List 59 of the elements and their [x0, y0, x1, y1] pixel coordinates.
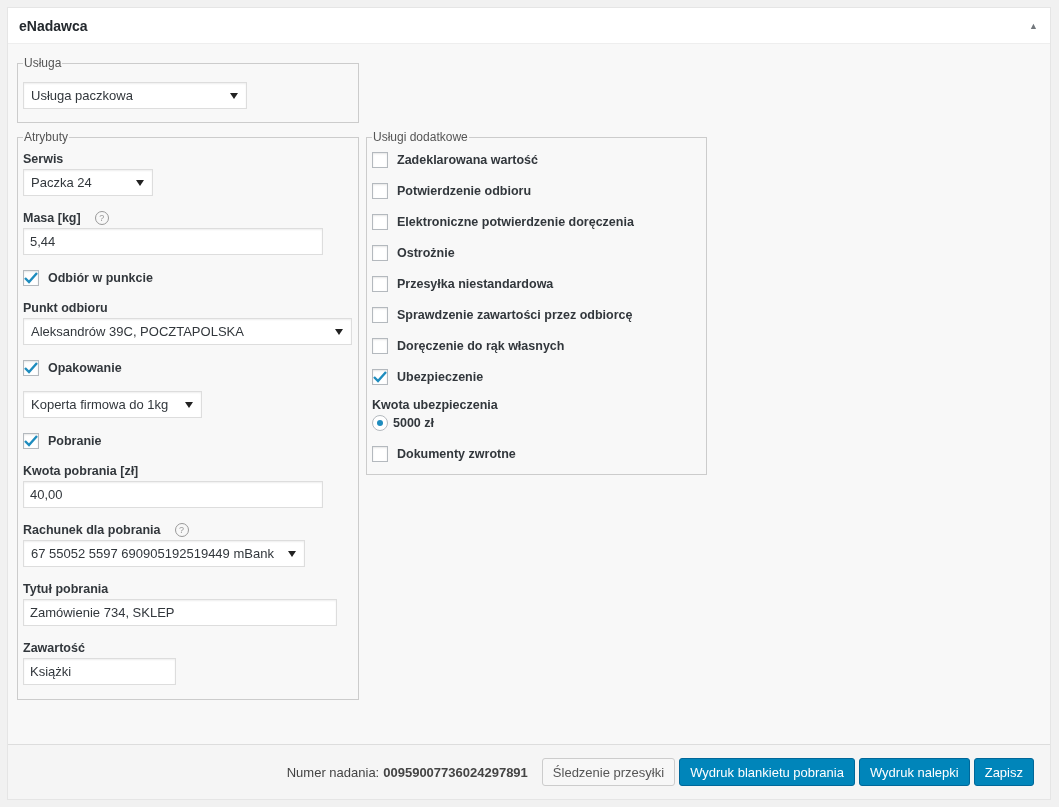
fieldset-legend: Usługa: [23, 56, 63, 70]
text-input[interactable]: 40,00: [23, 481, 323, 508]
dropdown-arrow-icon: [136, 179, 144, 186]
checkbox[interactable]: [372, 338, 388, 354]
field-label: Serwis: [23, 152, 64, 166]
checkbox[interactable]: [23, 360, 39, 376]
field-label: Masa [kg]: [23, 211, 81, 225]
dropdown-arrow-icon: [185, 401, 193, 408]
checkbox-label: Sprawdzenie zawartości przez odbiorcę: [397, 308, 633, 322]
checkbox-label: Dokumenty zwrotne: [397, 447, 516, 461]
field-label: Kwota pobrania [zł]: [23, 464, 139, 478]
dropdown-select[interactable]: 67 55052 5597 690905192519449 mBank: [23, 540, 305, 567]
checkbox[interactable]: [372, 152, 388, 168]
action-button[interactable]: Wydruk blankietu pobrania: [679, 758, 855, 786]
radio-button[interactable]: [372, 415, 388, 431]
checkbox[interactable]: [372, 245, 388, 261]
checkbox-label: Odbiór w punkcie: [48, 271, 153, 285]
checkbox-label: Pobranie: [48, 434, 102, 448]
text-input[interactable]: Książki: [23, 658, 176, 685]
text-input[interactable]: Zamówienie 734, SKLEP: [23, 599, 337, 626]
checkbox-label: Opakowanie: [48, 361, 122, 375]
tracking-label: Numer nadania:: [286, 764, 380, 780]
field-label: Rachunek dla pobrania: [23, 523, 161, 537]
dropdown-select[interactable]: Aleksandrów 39C, POCZTAPOLSKA: [23, 318, 352, 345]
fieldset-legend: Atrybuty: [23, 130, 69, 144]
action-button[interactable]: Zapisz: [973, 758, 1034, 786]
field-label: Tytuł pobrania: [23, 582, 109, 596]
service-select[interactable]: Usługa paczkowa: [23, 82, 247, 109]
checkbox[interactable]: [372, 214, 388, 230]
field-label: Zawartość: [23, 641, 85, 655]
radio-label: 5000 zł: [393, 416, 434, 430]
checkbox[interactable]: [23, 270, 39, 286]
tracking-number: 00959007736024297891: [383, 764, 528, 780]
checkbox-label: Elektroniczne potwierdzenie doręczenia: [397, 215, 634, 229]
action-button[interactable]: Śledzenie przesyłki: [541, 758, 676, 786]
checkbox-label: Ubezpieczenie: [397, 370, 484, 384]
field-label: Kwota ubezpieczenia: [372, 398, 499, 412]
checkbox[interactable]: [372, 307, 388, 323]
checkbox[interactable]: [372, 446, 388, 462]
panel-title: eNadawca: [19, 17, 88, 34]
text-input[interactable]: 5,44: [23, 228, 323, 255]
dropdown-arrow-icon: [288, 550, 296, 557]
checkbox-label: Zadeklarowana wartość: [397, 153, 539, 167]
fieldset-legend: Usługi dodatkowe: [372, 130, 469, 144]
checkbox[interactable]: [372, 369, 388, 385]
dropdown-arrow-icon: [335, 328, 343, 335]
field-label: Punkt odbioru: [23, 301, 108, 315]
collapse-toggle[interactable]: ▲: [1029, 20, 1038, 31]
checkbox-label: Doręczenie do rąk własnych: [397, 339, 565, 353]
action-button[interactable]: Wydruk nalepki: [858, 758, 970, 786]
checkbox[interactable]: [372, 183, 388, 199]
checkbox[interactable]: [372, 276, 388, 292]
checkbox-label: Ostrożnie: [397, 246, 455, 260]
checkbox-label: Potwierdzenie odbioru: [397, 184, 532, 198]
checkbox[interactable]: [23, 433, 39, 449]
dropdown-select[interactable]: Koperta firmowa do 1kg: [23, 391, 202, 418]
dropdown-arrow-icon: [230, 92, 238, 99]
checkbox-label: Przesyłka niestandardowa: [397, 277, 554, 291]
dropdown-select[interactable]: Paczka 24: [23, 169, 153, 196]
